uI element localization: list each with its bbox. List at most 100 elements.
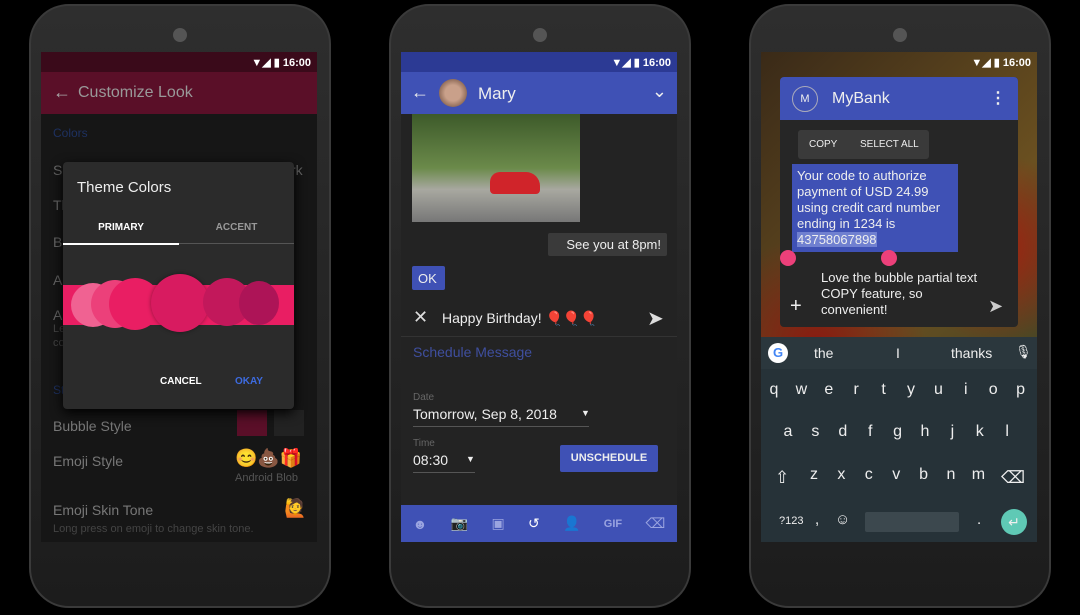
cancel-button[interactable]: CANCEL bbox=[160, 376, 202, 387]
key-j[interactable]: j bbox=[939, 423, 965, 441]
avatar[interactable] bbox=[439, 79, 467, 107]
space-bar[interactable] bbox=[865, 512, 959, 532]
phone-scheduled-message: ▼◢ ▮ 16:00 ← Mary ⌄ See you at 8pm! OK ✕… bbox=[389, 4, 691, 608]
message-line: ending in 1234 is bbox=[797, 216, 896, 231]
emoji-skin-tone-label[interactable]: Emoji Skin Tone bbox=[53, 502, 153, 518]
back-arrow-icon[interactable]: ← bbox=[411, 82, 429, 103]
key-h[interactable]: h bbox=[912, 423, 938, 441]
key-p[interactable]: p bbox=[1008, 381, 1034, 399]
bubble-style-label[interactable]: Bubble Style bbox=[53, 418, 132, 434]
tab-primary[interactable]: PRIMARY bbox=[63, 222, 179, 233]
received-message-bubble[interactable]: OK bbox=[412, 266, 445, 290]
status-bar: ▼◢ ▮ 16:00 bbox=[401, 52, 677, 72]
key-o[interactable]: o bbox=[980, 381, 1006, 399]
microphone-icon[interactable]: 🎙 bbox=[1015, 344, 1032, 360]
selection-handle-end[interactable] bbox=[881, 250, 897, 266]
key-n[interactable]: n bbox=[938, 466, 964, 484]
tab-accent[interactable]: ACCENT bbox=[179, 222, 294, 233]
time-dropdown[interactable]: 08:30 ▼ bbox=[413, 451, 475, 473]
color-swatch-selected[interactable] bbox=[151, 274, 209, 332]
key-r[interactable]: r bbox=[843, 381, 869, 399]
key-s[interactable]: s bbox=[802, 423, 828, 441]
key-l[interactable]: l bbox=[994, 423, 1020, 441]
bubble-preview-outgoing bbox=[274, 410, 304, 436]
color-swatch[interactable] bbox=[239, 281, 279, 325]
photo-attachment[interactable] bbox=[412, 114, 580, 222]
enter-key-icon[interactable]: ↵ bbox=[1001, 509, 1027, 535]
key-d[interactable]: d bbox=[830, 423, 856, 441]
key-z[interactable]: z bbox=[801, 466, 827, 484]
key-e[interactable]: e bbox=[816, 381, 842, 399]
key-b[interactable]: b bbox=[911, 466, 937, 484]
clock: 16:00 bbox=[282, 57, 311, 69]
comma-key[interactable]: , bbox=[815, 511, 819, 528]
contact-icon[interactable]: 👤 bbox=[563, 515, 580, 532]
key-m[interactable]: m bbox=[965, 466, 991, 484]
key-q[interactable]: q bbox=[761, 381, 787, 399]
suggestion[interactable]: thanks bbox=[951, 345, 992, 361]
date-dropdown[interactable]: Tomorrow, Sep 8, 2018 ▼ bbox=[413, 405, 590, 427]
avatar: M bbox=[792, 86, 818, 112]
back-arrow-icon[interactable]: ← bbox=[53, 82, 71, 103]
date-label: Date bbox=[413, 392, 435, 403]
key-t[interactable]: t bbox=[871, 381, 897, 399]
key-w[interactable]: w bbox=[788, 381, 814, 399]
emoji-icon[interactable]: ☻ bbox=[413, 516, 428, 532]
symbols-key[interactable]: ?123 bbox=[779, 515, 803, 527]
selected-code[interactable]: 43758067898 bbox=[797, 232, 877, 247]
google-icon[interactable]: G bbox=[768, 343, 788, 363]
gif-icon[interactable]: GIF bbox=[604, 518, 622, 530]
key-u[interactable]: u bbox=[925, 381, 951, 399]
key-k[interactable]: k bbox=[967, 423, 993, 441]
screen: ▼◢ ▮ 16:00 ← Customize Look Colors So Th… bbox=[41, 52, 317, 542]
keyboard: G the I thanks 🎙 qwertyuiop asdfghjkl zxcv… bbox=[761, 337, 1037, 542]
dropdown-arrow-icon: ▼ bbox=[466, 454, 475, 464]
suggestion[interactable]: the bbox=[814, 345, 833, 361]
send-icon[interactable]: ➤ bbox=[988, 296, 1003, 317]
key-a[interactable]: a bbox=[775, 423, 801, 441]
reply-input[interactable]: Love the bubble partial text COPY featur… bbox=[821, 270, 981, 318]
sent-message-bubble[interactable]: See you at 8pm! bbox=[548, 233, 667, 256]
page-title: Customize Look bbox=[78, 84, 193, 101]
chevron-down-icon[interactable]: ⌄ bbox=[652, 81, 667, 102]
gallery-icon[interactable]: ▣ bbox=[491, 515, 504, 532]
key-v[interactable]: v bbox=[883, 466, 909, 484]
wifi-icon: ▼◢ ▮ bbox=[971, 57, 1003, 69]
key-i[interactable]: i bbox=[953, 381, 979, 399]
status-bar: ▼◢ ▮ 16:00 bbox=[761, 52, 1037, 72]
camera-icon[interactable]: 📷 bbox=[451, 515, 468, 532]
key-f[interactable]: f bbox=[857, 423, 883, 441]
emoji-style-label[interactable]: Emoji Style bbox=[53, 453, 123, 469]
speaker bbox=[533, 28, 547, 42]
unschedule-button[interactable]: UNSCHEDULE bbox=[560, 445, 658, 472]
wifi-icon: ▼◢ ▮ bbox=[611, 57, 643, 69]
suggestion-strip: G the I thanks 🎙 bbox=[761, 337, 1037, 369]
theme-colors-dialog: Theme Colors PRIMARY ACCENT CANCEL OKAY bbox=[63, 162, 294, 409]
backspace-key-icon[interactable]: ⌫ bbox=[1001, 468, 1025, 488]
shift-key-icon[interactable]: ⇧ bbox=[775, 468, 789, 488]
more-options-icon[interactable]: ⋮ bbox=[990, 88, 1006, 108]
key-c[interactable]: c bbox=[856, 466, 882, 484]
key-y[interactable]: y bbox=[898, 381, 924, 399]
select-all-button[interactable]: SELECT ALL bbox=[860, 130, 919, 159]
compose-input[interactable]: Happy Birthday! 🎈🎈🎈 bbox=[442, 310, 598, 327]
key-x[interactable]: x bbox=[828, 466, 854, 484]
tab-indicator bbox=[63, 243, 179, 245]
section-colors: Colors bbox=[53, 126, 88, 140]
key-g[interactable]: g bbox=[885, 423, 911, 441]
add-icon[interactable]: + bbox=[790, 295, 802, 318]
schedule-icon[interactable]: ↺ bbox=[528, 515, 540, 532]
suggestion[interactable]: I bbox=[896, 345, 900, 361]
divider bbox=[401, 336, 677, 337]
message-bubble[interactable]: Your code to authorize payment of USD 24… bbox=[792, 164, 958, 252]
close-icon[interactable]: ✕ bbox=[413, 307, 428, 328]
okay-button[interactable]: OKAY bbox=[235, 376, 263, 387]
delete-icon[interactable]: ⌫ bbox=[645, 515, 665, 532]
copy-button[interactable]: COPY bbox=[809, 130, 837, 159]
message-line: using credit card number bbox=[797, 200, 941, 215]
emoji-icon[interactable]: ☺ bbox=[835, 511, 850, 528]
period-key[interactable]: . bbox=[977, 511, 981, 528]
schedule-title: Schedule Message bbox=[413, 344, 533, 360]
selection-handle-start[interactable] bbox=[780, 250, 796, 266]
send-scheduled-icon[interactable]: ➤ bbox=[647, 306, 664, 331]
